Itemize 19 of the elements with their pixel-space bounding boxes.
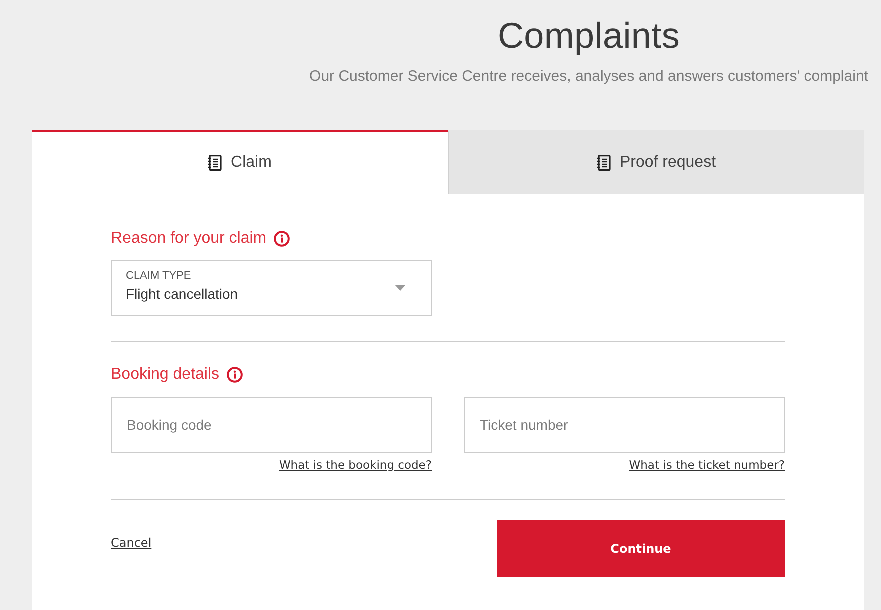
help-link[interactable]: What is the ticket number? xyxy=(629,458,785,472)
selected-value: Flight cancellation xyxy=(126,285,238,303)
caret-icon xyxy=(395,285,406,291)
input-field[interactable]: Booking code xyxy=(111,397,432,453)
floating-label: CLAIM TYPE xyxy=(126,270,192,283)
section-heading: Reason for your claim xyxy=(111,229,267,249)
continue-button[interactable]: Continue xyxy=(497,520,785,577)
tab[interactable]: Proof request xyxy=(448,130,864,194)
section-heading: Booking details xyxy=(111,365,220,385)
notebook-icon xyxy=(208,155,222,171)
info-icon[interactable] xyxy=(274,231,290,247)
input-field[interactable]: Ticket number xyxy=(464,397,785,453)
claim-type-dropdown[interactable]: CLAIM TYPE Flight cancellation xyxy=(111,260,432,316)
cancel-link[interactable]: Cancel xyxy=(111,536,152,550)
page-title: Complaints xyxy=(498,14,680,58)
help-link[interactable]: What is the booking code? xyxy=(279,458,432,472)
page-subtitle: Our Customer Service Centre receives, analyses and answers customers' complaint xyxy=(310,68,868,86)
info-icon[interactable] xyxy=(226,367,243,383)
notebook-icon xyxy=(596,155,611,171)
